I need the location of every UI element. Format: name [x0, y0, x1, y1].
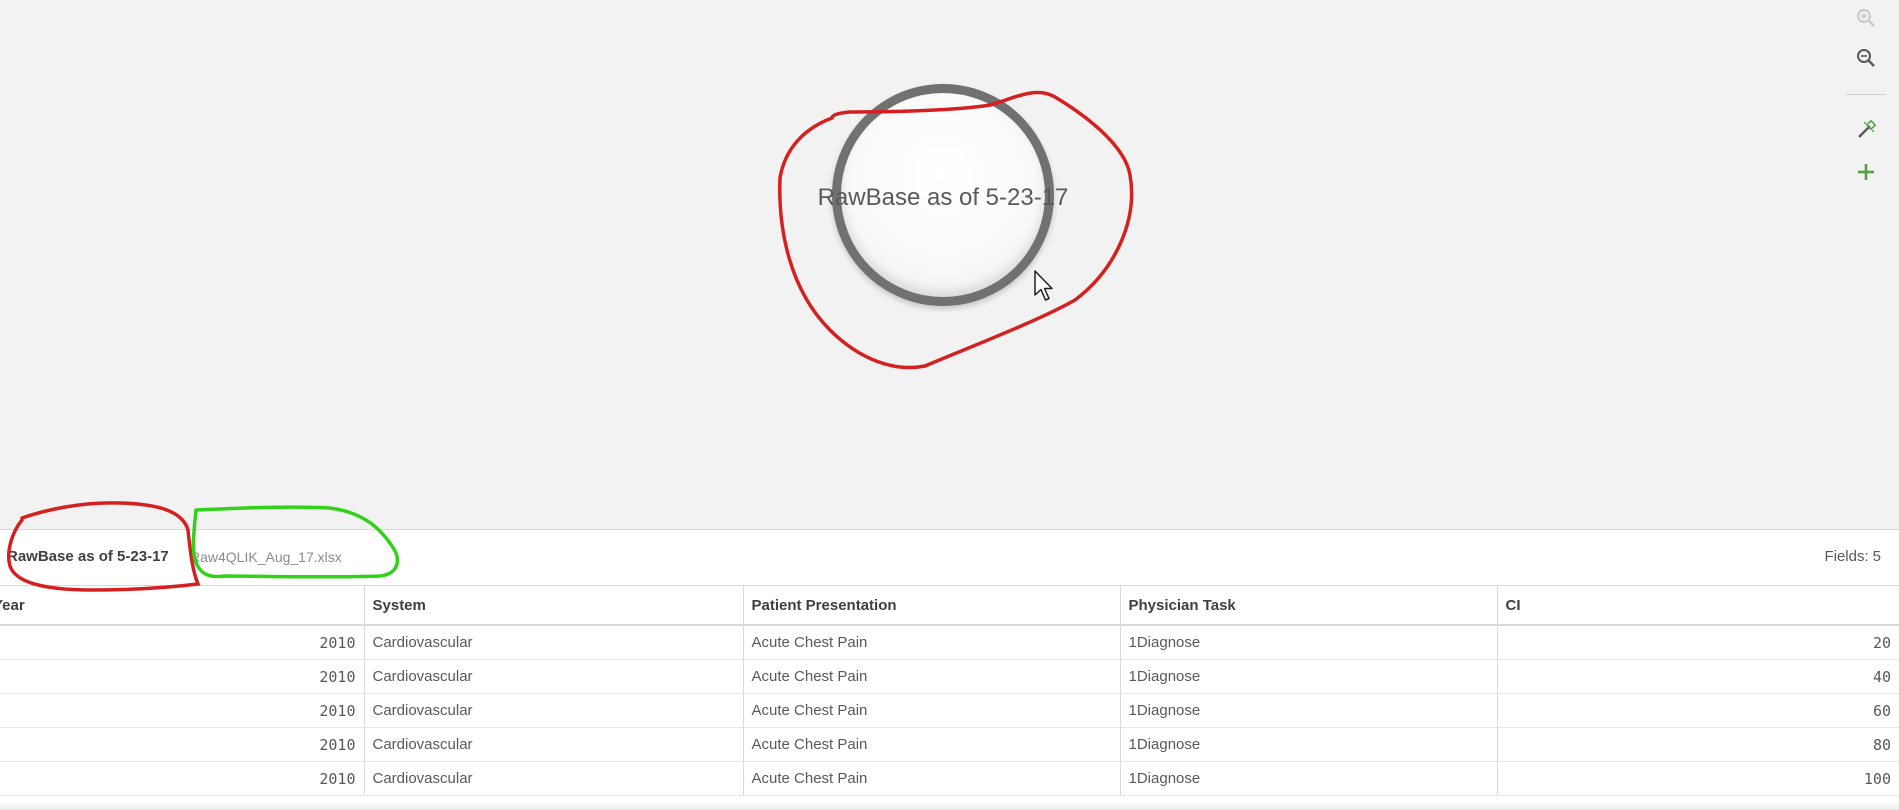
cell-physician-task: 1Diagnose [1120, 727, 1498, 762]
fields-count-value: 5 [1872, 548, 1881, 565]
cell-year: 2010 [0, 659, 365, 694]
cell-patient-presentation: Acute Chest Pain [743, 761, 1121, 796]
data-model-canvas[interactable]: RawBase as of 5-23-17 [0, 0, 1899, 529]
cell-patient-presentation: Acute Chest Pain [743, 727, 1121, 762]
cell-physician-task: 1Diagnose [1120, 761, 1498, 796]
cell-physician-task: 1Diagnose [1120, 659, 1498, 694]
table-row: 2010 Cardiovascular Acute Chest Pain 1Di… [0, 625, 1899, 660]
column-header-physician-task[interactable]: Physician Task [1120, 586, 1498, 626]
table-row: 2010 Cardiovascular Acute Chest Pain 1Di… [0, 693, 1899, 728]
mouse-cursor-icon [1034, 270, 1053, 301]
cell-physician-task: 1Diagnose [1120, 625, 1498, 660]
table-node-label[interactable]: RawBase as of 5-23-17 [780, 184, 1106, 212]
cell-physician-task: 1Diagnose [1120, 693, 1498, 728]
cell-year: 2010 [0, 761, 365, 796]
cell-ci: 60 [1497, 693, 1899, 728]
cell-patient-presentation: Acute Chest Pain [743, 625, 1121, 660]
header-row: Year System Patient Presentation Physici… [0, 586, 1899, 626]
zoom-in-button[interactable] [1848, 0, 1884, 36]
cell-year: 2010 [0, 625, 365, 660]
column-header-year[interactable]: Year [0, 586, 365, 626]
cell-year: 2010 [0, 727, 365, 762]
cell-year: 2010 [0, 693, 365, 728]
cell-system: Cardiovascular [364, 693, 744, 728]
add-icon [1858, 164, 1874, 180]
canvas-toolbar [1842, 0, 1892, 200]
cell-ci: 40 [1497, 659, 1899, 694]
table-row: 2010 Cardiovascular Acute Chest Pain 1Di… [0, 727, 1899, 762]
zoom-out-button[interactable] [1848, 40, 1884, 76]
cell-ci: 20 [1497, 625, 1899, 660]
preview-table-name: RawBase as of 5-23-17 [7, 548, 169, 565]
add-data-button[interactable] [1848, 154, 1884, 190]
cell-system: Cardiovascular [364, 761, 744, 796]
cell-ci: 80 [1497, 727, 1899, 762]
magic-wand-icon [1858, 120, 1876, 138]
zoom-in-icon [1857, 9, 1875, 27]
table-preview-panel: RawBase as of 5-23-17 Raw4QLIK_Aug_17.xl… [0, 529, 1899, 810]
toolbar-divider [1846, 94, 1886, 95]
cell-system: Cardiovascular [364, 727, 744, 762]
cell-system: Cardiovascular [364, 625, 744, 660]
cell-patient-presentation: Acute Chest Pain [743, 659, 1121, 694]
column-header-system[interactable]: System [364, 586, 744, 626]
column-header-patient-presentation[interactable]: Patient Presentation [743, 586, 1121, 626]
fields-count: Fields: 5 [1824, 548, 1881, 565]
cell-ci: 100 [1497, 761, 1899, 796]
fields-count-label: Fields: [1824, 548, 1869, 565]
zoom-out-icon [1857, 49, 1875, 67]
table-row: 2010 Cardiovascular Acute Chest Pain 1Di… [0, 659, 1899, 694]
preview-source-file: Raw4QLIK_Aug_17.xlsx [190, 549, 342, 565]
auto-layout-button[interactable] [1848, 112, 1884, 148]
table-row: 2010 Cardiovascular Acute Chest Pain 1Di… [0, 761, 1899, 796]
cell-system: Cardiovascular [364, 659, 744, 694]
preview-header: RawBase as of 5-23-17 Raw4QLIK_Aug_17.xl… [0, 530, 1899, 586]
cell-patient-presentation: Acute Chest Pain [743, 693, 1121, 728]
preview-table: Year System Patient Presentation Physici… [0, 586, 1899, 796]
column-header-ci[interactable]: CI [1497, 586, 1899, 626]
